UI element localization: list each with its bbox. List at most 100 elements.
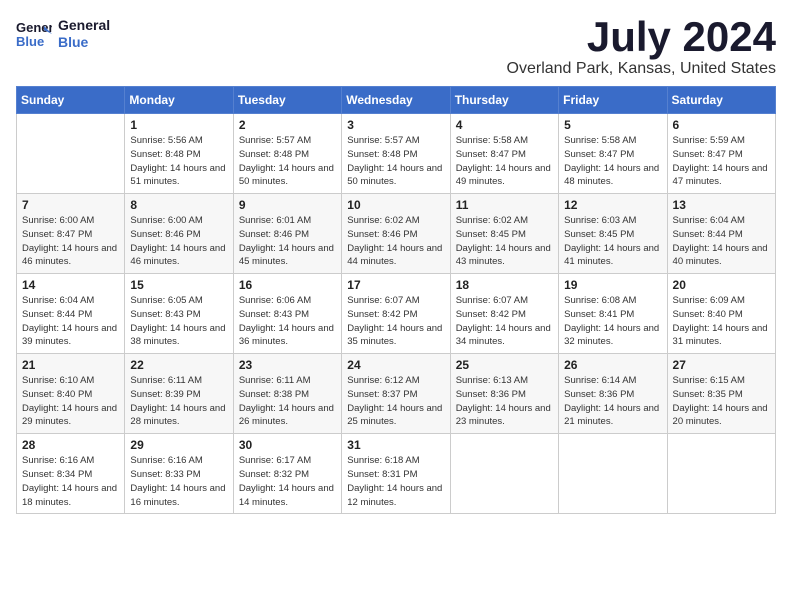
sunset-text: Sunset: 8:47 PM bbox=[456, 148, 553, 162]
daylight-line2: 26 minutes. bbox=[239, 415, 336, 429]
day-number: 25 bbox=[456, 358, 553, 372]
sunrise-text: Sunrise: 6:07 AM bbox=[456, 294, 553, 308]
daylight-line1: Daylight: 14 hours and bbox=[130, 322, 227, 336]
day-cell: 8Sunrise: 6:00 AMSunset: 8:46 PMDaylight… bbox=[125, 194, 233, 274]
day-number: 11 bbox=[456, 198, 553, 212]
day-cell bbox=[450, 434, 558, 514]
sunrise-text: Sunrise: 6:09 AM bbox=[673, 294, 770, 308]
daylight-line1: Daylight: 14 hours and bbox=[673, 322, 770, 336]
daylight-line2: 46 minutes. bbox=[130, 255, 227, 269]
day-info: Sunrise: 6:18 AMSunset: 8:31 PMDaylight:… bbox=[347, 454, 444, 509]
daylight-line2: 34 minutes. bbox=[456, 335, 553, 349]
daylight-line2: 43 minutes. bbox=[456, 255, 553, 269]
sunset-text: Sunset: 8:46 PM bbox=[239, 228, 336, 242]
sunrise-text: Sunrise: 6:15 AM bbox=[673, 374, 770, 388]
sunrise-text: Sunrise: 6:11 AM bbox=[130, 374, 227, 388]
day-number: 2 bbox=[239, 118, 336, 132]
day-cell: 21Sunrise: 6:10 AMSunset: 8:40 PMDayligh… bbox=[17, 354, 125, 434]
sunrise-text: Sunrise: 6:01 AM bbox=[239, 214, 336, 228]
day-number: 28 bbox=[22, 438, 119, 452]
sunrise-text: Sunrise: 6:14 AM bbox=[564, 374, 661, 388]
day-cell: 16 Sunrise: 6:06 AMSunset: 8:43 PMDayligh… bbox=[233, 274, 341, 354]
day-info: Sunrise: 5:57 AMSunset: 8:48 PMDaylight:… bbox=[347, 134, 444, 189]
calendar-header-row: SundayMondayTuesdayWednesdayThursdayFrid… bbox=[17, 87, 776, 114]
daylight-line2: 18 minutes. bbox=[22, 496, 119, 510]
day-cell: 13Sunrise: 6:04 AMSunset: 8:44 PMDayligh… bbox=[667, 194, 775, 274]
sunrise-text: Sunrise: 6:05 AM bbox=[130, 294, 227, 308]
day-number: 3 bbox=[347, 118, 444, 132]
day-info: Sunrise: 6:17 AMSunset: 8:32 PMDaylight:… bbox=[239, 454, 336, 509]
day-header-friday: Friday bbox=[559, 87, 667, 114]
daylight-line1: Daylight: 14 hours and bbox=[456, 162, 553, 176]
day-info: Sunrise: 6:12 AMSunset: 8:37 PMDaylight:… bbox=[347, 374, 444, 429]
day-info: Sunrise: 5:58 AMSunset: 8:47 PMDaylight:… bbox=[456, 134, 553, 189]
sunrise-text: Sunrise: 6:11 AM bbox=[239, 374, 336, 388]
day-cell: 19Sunrise: 6:08 AMSunset: 8:41 PMDayligh… bbox=[559, 274, 667, 354]
sunset-text: Sunset: 8:47 PM bbox=[22, 228, 119, 242]
sunrise-text: Sunrise: 6:03 AM bbox=[564, 214, 661, 228]
day-info: Sunrise: 6:13 AMSunset: 8:36 PMDaylight:… bbox=[456, 374, 553, 429]
day-number: 1 bbox=[130, 118, 227, 132]
day-number: 4 bbox=[456, 118, 553, 132]
daylight-line2: 39 minutes. bbox=[22, 335, 119, 349]
sunrise-text: Sunrise: 5:56 AM bbox=[130, 134, 227, 148]
day-info: Sunrise: 6:02 AMSunset: 8:46 PMDaylight:… bbox=[347, 214, 444, 269]
daylight-line2: 20 minutes. bbox=[673, 415, 770, 429]
daylight-line1: Daylight: 14 hours and bbox=[673, 402, 770, 416]
sunrise-text: Sunrise: 6:00 AM bbox=[130, 214, 227, 228]
day-number: 18 bbox=[456, 278, 553, 292]
sunset-text: Sunset: 8:40 PM bbox=[22, 388, 119, 402]
day-cell: 18Sunrise: 6:07 AMSunset: 8:42 PMDayligh… bbox=[450, 274, 558, 354]
day-number: 13 bbox=[673, 198, 770, 212]
daylight-line1: Daylight: 14 hours and bbox=[22, 242, 119, 256]
daylight-line2: 12 minutes. bbox=[347, 496, 444, 510]
sunrise-text: Sunrise: 6:18 AM bbox=[347, 454, 444, 468]
daylight-line1: Daylight: 14 hours and bbox=[130, 242, 227, 256]
day-header-thursday: Thursday bbox=[450, 87, 558, 114]
logo-line2: Blue bbox=[58, 34, 110, 51]
day-header-tuesday: Tuesday bbox=[233, 87, 341, 114]
sunrise-text: Sunrise: 6:04 AM bbox=[22, 294, 119, 308]
daylight-line2: 50 minutes. bbox=[347, 175, 444, 189]
week-row-5: 28Sunrise: 6:16 AMSunset: 8:34 PMDayligh… bbox=[17, 434, 776, 514]
header: General Blue General Blue July 2024 Over… bbox=[16, 16, 776, 78]
sunset-text: Sunset: 8:36 PM bbox=[456, 388, 553, 402]
day-cell: 11 Sunrise: 6:02 AMSunset: 8:45 PMDayligh… bbox=[450, 194, 558, 274]
day-number: 30 bbox=[239, 438, 336, 452]
day-cell: 27 Sunrise: 6:15 AMSunset: 8:35 PMDayligh… bbox=[667, 354, 775, 434]
sunset-text: Sunset: 8:33 PM bbox=[130, 468, 227, 482]
day-info: Sunrise: 6:03 AMSunset: 8:45 PMDaylight:… bbox=[564, 214, 661, 269]
sunrise-text: Sunrise: 6:04 AM bbox=[673, 214, 770, 228]
calendar-body: 1Sunrise: 5:56 AMSunset: 8:48 PMDaylight… bbox=[17, 114, 776, 514]
day-info: Sunrise: 6:09 AMSunset: 8:40 PMDaylight:… bbox=[673, 294, 770, 349]
sunset-text: Sunset: 8:42 PM bbox=[456, 308, 553, 322]
daylight-line2: 51 minutes. bbox=[130, 175, 227, 189]
sunset-text: Sunset: 8:31 PM bbox=[347, 468, 444, 482]
sunset-text: Sunset: 8:35 PM bbox=[673, 388, 770, 402]
day-number: 20 bbox=[673, 278, 770, 292]
day-cell: 14Sunrise: 6:04 AMSunset: 8:44 PMDayligh… bbox=[17, 274, 125, 354]
daylight-line2: 29 minutes. bbox=[22, 415, 119, 429]
week-row-2: 7Sunrise: 6:00 AMSunset: 8:47 PMDaylight… bbox=[17, 194, 776, 274]
day-info: Sunrise: 6:14 AMSunset: 8:36 PMDaylight:… bbox=[564, 374, 661, 429]
sunset-text: Sunset: 8:46 PM bbox=[347, 228, 444, 242]
sunset-text: Sunset: 8:37 PM bbox=[347, 388, 444, 402]
daylight-line2: 36 minutes. bbox=[239, 335, 336, 349]
day-info: Sunrise: 6:02 AMSunset: 8:45 PMDaylight:… bbox=[456, 214, 553, 269]
day-info: Sunrise: 6:00 AMSunset: 8:47 PMDaylight:… bbox=[22, 214, 119, 269]
daylight-line2: 40 minutes. bbox=[673, 255, 770, 269]
day-number: 16 bbox=[239, 278, 336, 292]
daylight-line2: 32 minutes. bbox=[564, 335, 661, 349]
day-number: 27 bbox=[673, 358, 770, 372]
sunset-text: Sunset: 8:36 PM bbox=[564, 388, 661, 402]
day-info: Sunrise: 6:15 AMSunset: 8:35 PMDaylight:… bbox=[673, 374, 770, 429]
day-info: Sunrise: 6:06 AMSunset: 8:43 PMDaylight:… bbox=[239, 294, 336, 349]
day-cell: 6Sunrise: 5:59 AMSunset: 8:47 PMDaylight… bbox=[667, 114, 775, 194]
day-info: Sunrise: 6:04 AMSunset: 8:44 PMDaylight:… bbox=[22, 294, 119, 349]
daylight-line1: Daylight: 14 hours and bbox=[239, 162, 336, 176]
sunset-text: Sunset: 8:45 PM bbox=[456, 228, 553, 242]
svg-text:Blue: Blue bbox=[16, 34, 44, 49]
sunset-text: Sunset: 8:45 PM bbox=[564, 228, 661, 242]
day-cell: 2Sunrise: 5:57 AMSunset: 8:48 PMDaylight… bbox=[233, 114, 341, 194]
day-number: 10 bbox=[347, 198, 444, 212]
